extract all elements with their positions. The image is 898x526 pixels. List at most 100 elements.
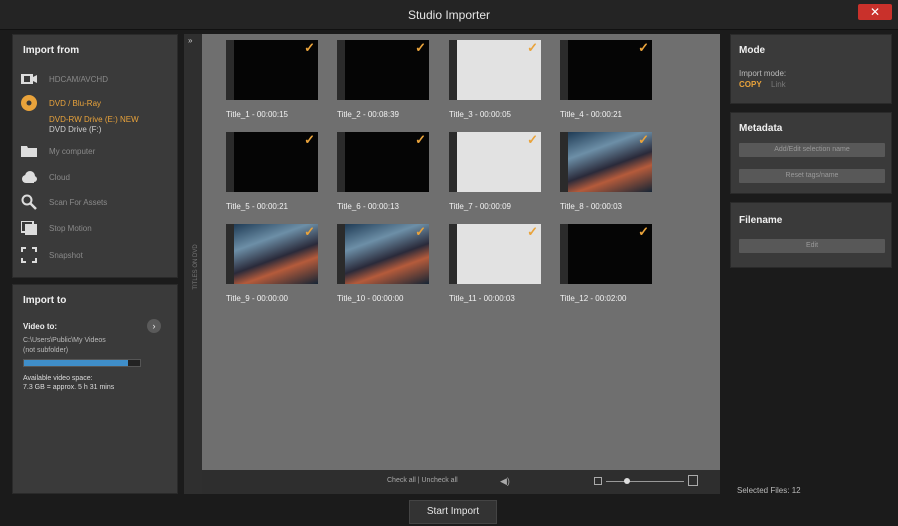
thumbnail-image[interactable]: ✓ [226,40,318,100]
title-caption: Title_7 - 00:00:09 [449,202,511,211]
filename-heading: Filename [739,215,783,226]
video-to-label: Video to: [23,322,58,331]
checkmark-icon[interactable]: ✓ [638,132,649,148]
thumbnail-image[interactable]: ✓ [449,40,541,100]
window-title: Studio Importer [407,8,491,22]
stop-motion-icon [21,221,37,235]
thumbnail-image[interactable]: ✓ [337,132,429,192]
filename-edit-button[interactable]: Edit [739,239,885,253]
title-caption: Title_12 - 00:02:00 [560,294,627,303]
source-label: Snapshot [49,250,83,260]
title-browser: » TITLES ON DVD ✓ Title_1 - 00:00:15 ✓ Titl… [184,34,720,494]
mode-copy-option[interactable]: COPY [739,80,762,89]
source-snapshot[interactable]: Snapshot [21,245,83,265]
source-my-computer[interactable]: My computer [21,141,95,161]
checkmark-icon[interactable]: ✓ [304,224,315,240]
zoom-slider-handle[interactable] [624,478,630,484]
title-thumbnail[interactable]: ✓ Title_1 - 00:00:15 [226,40,318,119]
checkmark-icon[interactable]: ✓ [638,224,649,240]
title-bar: Studio Importer ✕ [0,0,898,30]
cloud-icon [21,170,37,184]
import-to-panel: Import to Video to: › C:\Users\Public\My… [12,284,178,494]
thumbnail-image[interactable]: ✓ [337,40,429,100]
title-thumbnail[interactable]: ✓ Title_3 - 00:00:05 [449,40,541,119]
thumbnail-image[interactable]: ✓ [226,224,318,284]
checkmark-icon[interactable]: ✓ [638,40,649,56]
checkmark-icon[interactable]: ✓ [527,224,538,240]
source-label: My computer [49,146,96,156]
mode-link-option[interactable]: Link [771,80,786,89]
space-usage-bar [23,359,141,367]
titles-strip: » TITLES ON DVD [184,34,202,494]
snapshot-icon [21,247,37,263]
thumbnail-image[interactable]: ✓ [226,132,318,192]
filename-panel: Filename Edit [730,202,892,268]
source-scan[interactable]: Scan For Assets [21,192,107,212]
zoom-slider[interactable] [606,481,684,482]
drive-option[interactable]: DVD Drive (F:) [49,125,101,134]
checkmark-icon[interactable]: ✓ [527,132,538,148]
strip-label: TITLES ON DVD [193,244,199,290]
metadata-heading: Metadata [739,123,783,134]
mode-heading: Mode [739,45,766,56]
title-caption: Title_8 - 00:00:03 [560,202,622,211]
source-stop-motion[interactable]: Stop Motion [21,218,92,238]
title-thumbnail[interactable]: ✓ Title_8 - 00:00:03 [560,132,652,211]
import-to-heading: Import to [23,295,67,306]
checkmark-icon[interactable]: ✓ [304,132,315,148]
small-thumb-icon[interactable] [594,477,602,485]
mode-panel: Mode Import mode: COPY Link [730,34,892,104]
checkmark-icon[interactable]: ✓ [415,224,426,240]
folder-icon [21,144,37,158]
space-usage-fill [24,360,129,366]
title-caption: Title_6 - 00:00:13 [337,202,399,211]
thumbnail-image[interactable]: ✓ [560,132,652,192]
edit-name-button[interactable]: Add/Edit selection name [739,143,885,157]
disc-icon [21,95,37,111]
thumbnail-image[interactable]: ✓ [449,132,541,192]
source-camcorder[interactable]: HDCAM/AVCHD [21,69,108,89]
close-icon[interactable]: ✕ [858,4,892,20]
grid-toolbar: Check all | Uncheck all ◀) [202,470,720,494]
start-import-button[interactable]: Start Import [409,500,497,524]
title-thumbnail[interactable]: ✓ Title_2 - 00:08:39 [337,40,429,119]
title-caption: Title_3 - 00:00:05 [449,110,511,119]
title-thumbnail[interactable]: ✓ Title_5 - 00:00:21 [226,132,318,211]
source-label: Stop Motion [49,223,92,233]
check-all-link[interactable]: Check all | Uncheck all [387,477,458,484]
checkmark-icon[interactable]: ✓ [527,40,538,56]
thumbnail-image[interactable]: ✓ [337,224,429,284]
drive-option-selected[interactable]: DVD-RW Drive (E:) NEW [49,115,139,124]
collapse-icon[interactable]: » [188,36,192,45]
title-thumbnail[interactable]: ✓ Title_4 - 00:00:21 [560,40,652,119]
title-thumbnail[interactable]: ✓ Title_10 - 00:00:00 [337,224,429,303]
available-space-value: 7.3 GB = approx. 5 h 31 mins [23,384,115,391]
source-label: DVD / Blu-Ray [49,98,102,108]
camcorder-icon [21,72,37,86]
title-thumbnail[interactable]: ✓ Title_12 - 00:02:00 [560,224,652,303]
source-cloud[interactable]: Cloud [21,167,70,187]
reset-tags-button[interactable]: Reset tags/name [739,169,885,183]
title-thumbnail[interactable]: ✓ Title_6 - 00:00:13 [337,132,429,211]
thumbnail-image[interactable]: ✓ [560,224,652,284]
thumbnail-image[interactable]: ✓ [560,40,652,100]
source-dvd[interactable]: DVD / Blu-Ray [21,93,101,113]
source-label: Cloud [49,172,70,182]
folder-options-icon[interactable]: › [147,319,161,333]
available-space-label: Available video space: [23,375,93,382]
title-thumbnail[interactable]: ✓ Title_7 - 00:00:09 [449,132,541,211]
checkmark-icon[interactable]: ✓ [415,132,426,148]
destination-path[interactable]: C:\Users\Public\My Videos [23,337,106,344]
checkmark-icon[interactable]: ✓ [415,40,426,56]
thumbnail-image[interactable]: ✓ [449,224,541,284]
title-thumbnail[interactable]: ✓ Title_11 - 00:00:03 [449,224,541,303]
large-thumb-icon[interactable] [688,475,698,486]
speaker-icon[interactable]: ◀) [500,476,510,487]
title-caption: Title_10 - 00:00:00 [337,294,404,303]
title-thumbnail[interactable]: ✓ Title_9 - 00:00:00 [226,224,318,303]
import-from-panel: Import from HDCAM/AVCHD DVD / Blu-Ray DV… [12,34,178,278]
subfolder-label[interactable]: (not subfolder) [23,347,68,354]
checkmark-icon[interactable]: ✓ [304,40,315,56]
title-caption: Title_2 - 00:08:39 [337,110,399,119]
import-from-heading: Import from [23,45,80,56]
